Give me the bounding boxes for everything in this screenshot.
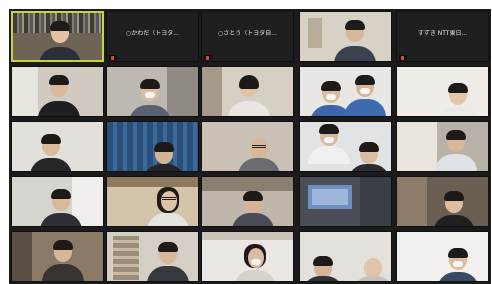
participant-tile-p22[interactable] <box>106 231 199 282</box>
participant-tile-p15[interactable] <box>396 121 489 172</box>
participant-tile-p01[interactable] <box>11 11 104 62</box>
participant-tile-p06[interactable] <box>11 66 104 117</box>
participant-tile-p20[interactable] <box>396 176 489 227</box>
participant-tile-p08[interactable] <box>201 66 294 117</box>
participant-tile-p18[interactable] <box>201 176 294 227</box>
participant-tile-p04[interactable] <box>299 11 392 62</box>
participant-tile-p09[interactable] <box>299 66 392 117</box>
participant-tile-p16[interactable] <box>11 176 104 227</box>
participant-tile-p05[interactable]: すずき NTT東日... <box>396 11 489 62</box>
participant-tile-p25[interactable] <box>396 231 489 282</box>
participant-tile-p07[interactable] <box>106 66 199 117</box>
participant-tile-p17[interactable] <box>106 176 199 227</box>
participant-name <box>399 55 407 60</box>
participant-tile-p10[interactable] <box>396 66 489 117</box>
participant-name <box>204 55 212 60</box>
participant-tile-p21[interactable] <box>11 231 104 282</box>
participant-tile-p02[interactable]: ○かわだ（トヨタ... <box>106 11 199 62</box>
muted-mic-icon <box>206 56 209 60</box>
participant-name <box>109 55 117 60</box>
participant-tile-p12[interactable] <box>106 121 199 172</box>
muted-mic-icon <box>111 56 114 60</box>
participant-tile-p14[interactable] <box>299 121 392 172</box>
participant-tile-p13[interactable] <box>201 121 294 172</box>
participant-tile-p23[interactable] <box>201 231 294 282</box>
participant-display-name: ○かわだ（トヨタ... <box>126 30 179 37</box>
participant-display-name: すずき NTT東日... <box>417 30 468 37</box>
participant-tile-p03[interactable]: ○さとう（トヨタ自... <box>201 11 294 62</box>
participant-tile-p24[interactable] <box>299 231 392 282</box>
gallery-view: ○かわだ（トヨタ... ○さとう（トヨタ自... すずき NTT東日... <box>9 9 491 284</box>
participant-tile-p19[interactable] <box>299 176 392 227</box>
muted-mic-icon <box>401 56 404 60</box>
participant-tile-p11[interactable] <box>11 121 104 172</box>
participant-display-name: ○さとう（トヨタ自... <box>218 30 277 37</box>
